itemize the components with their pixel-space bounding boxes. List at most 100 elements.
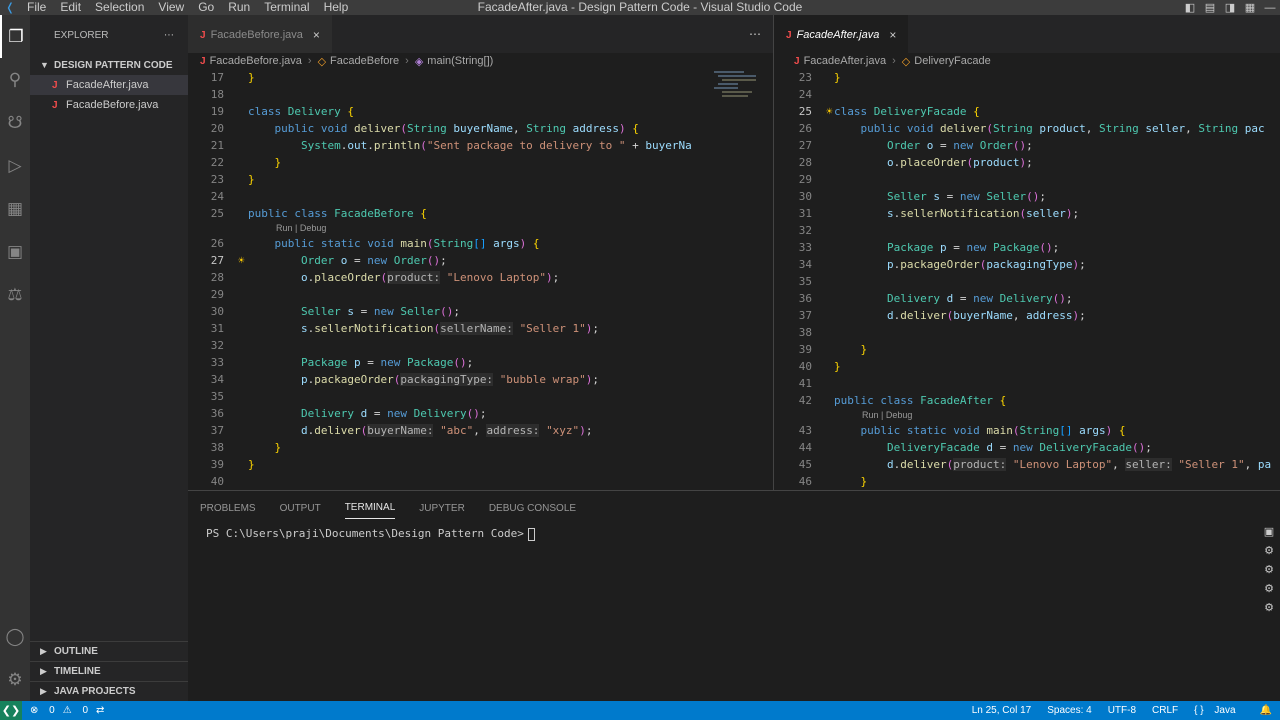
left-minimap[interactable] bbox=[712, 69, 762, 489]
terminal-instance-icon[interactable]: ⚙ bbox=[1260, 601, 1278, 620]
line-number[interactable]: 35 bbox=[192, 388, 224, 405]
cursor-position[interactable]: Ln 25, Col 17 bbox=[972, 705, 1032, 716]
terminal-instance-icon[interactable]: ⚙ bbox=[1260, 582, 1278, 601]
line-number[interactable]: 29 bbox=[778, 171, 812, 188]
line-number[interactable]: 44 bbox=[778, 439, 812, 456]
line-number[interactable]: 41 bbox=[778, 375, 812, 392]
minimize-icon[interactable]: — bbox=[1260, 2, 1280, 14]
notifications-icon[interactable]: 🔔 bbox=[1260, 705, 1272, 716]
menu-view[interactable]: View bbox=[151, 0, 191, 15]
more-actions-icon[interactable]: ⋯ bbox=[749, 27, 761, 41]
language-mode[interactable]: { } Java bbox=[1194, 705, 1243, 716]
line-number[interactable]: 32 bbox=[192, 337, 224, 354]
line-number[interactable]: 25 bbox=[192, 205, 224, 222]
breadcrumb-file[interactable]: FacadeAfter.java bbox=[804, 55, 887, 67]
terminal-instance-icon[interactable]: ⚙ bbox=[1260, 563, 1278, 582]
breadcrumb-class[interactable]: DeliveryFacade bbox=[914, 55, 990, 67]
tab-facadeafter[interactable]: J FacadeAfter.java × bbox=[774, 15, 909, 55]
line-number[interactable]: 23 bbox=[192, 171, 224, 188]
tab-output[interactable]: OUTPUT bbox=[280, 498, 321, 519]
toggle-sidebar-icon[interactable]: ◧ bbox=[1180, 1, 1200, 14]
explorer-icon[interactable]: ❐ bbox=[0, 15, 30, 58]
line-number[interactable]: 35 bbox=[778, 273, 812, 290]
more-actions-icon[interactable]: ⋯ bbox=[164, 30, 174, 41]
line-number[interactable]: 37 bbox=[192, 422, 224, 439]
toggle-panel-icon[interactable]: ▤ bbox=[1200, 1, 1220, 14]
line-number[interactable]: 18 bbox=[192, 86, 224, 103]
customize-layout-icon[interactable]: ▦ bbox=[1240, 1, 1260, 14]
line-number[interactable]: 34 bbox=[192, 371, 224, 388]
account-icon[interactable]: ◯ bbox=[0, 615, 30, 658]
line-number[interactable]: 27 bbox=[778, 137, 812, 154]
menu-go[interactable]: Go bbox=[191, 0, 221, 15]
breadcrumb-file[interactable]: FacadeBefore.java bbox=[210, 55, 302, 67]
source-control-icon[interactable]: ☋ bbox=[0, 101, 30, 144]
line-number[interactable]: 24 bbox=[192, 188, 224, 205]
encoding[interactable]: UTF-8 bbox=[1108, 705, 1136, 716]
line-number[interactable]: 20 bbox=[192, 120, 224, 137]
line-number[interactable]: 22 bbox=[192, 154, 224, 171]
line-number[interactable]: 21 bbox=[192, 137, 224, 154]
line-number[interactable]: 45 bbox=[778, 456, 812, 473]
line-number[interactable]: 40 bbox=[778, 358, 812, 375]
remote-explorer-icon[interactable]: ▣ bbox=[0, 230, 30, 273]
line-number[interactable]: 36 bbox=[192, 405, 224, 422]
line-number[interactable]: 43 bbox=[778, 422, 812, 439]
menu-file[interactable]: File bbox=[20, 0, 53, 15]
line-number[interactable]: 39 bbox=[778, 341, 812, 358]
line-number[interactable]: 40 bbox=[192, 473, 224, 490]
lightbulb-icon[interactable]: ☀ bbox=[238, 252, 245, 269]
line-number[interactable]: 24 bbox=[778, 86, 812, 103]
line-number[interactable]: 29 bbox=[192, 286, 224, 303]
outline-section[interactable]: ▶ OUTLINE bbox=[30, 641, 188, 661]
line-number[interactable]: 17 bbox=[192, 69, 224, 86]
tab-jupyter[interactable]: JUPYTER bbox=[419, 498, 465, 519]
line-number[interactable]: 28 bbox=[192, 269, 224, 286]
line-number[interactable]: 25 bbox=[778, 103, 812, 120]
line-number[interactable]: 23 bbox=[778, 69, 812, 86]
tab-facadebefore[interactable]: J FacadeBefore.java × bbox=[188, 15, 332, 55]
line-number[interactable]: 34 bbox=[778, 256, 812, 273]
right-code-editor[interactable]: 23} 24 25 ☀ class DeliveryFacade {26 public … bbox=[774, 69, 1280, 490]
menu-help[interactable]: Help bbox=[317, 0, 356, 15]
line-number[interactable]: 26 bbox=[778, 120, 812, 137]
warnings-status[interactable]: ⚠ 0 bbox=[63, 705, 88, 716]
line-number[interactable]: 27 bbox=[192, 252, 224, 269]
lightbulb-icon[interactable]: ☀ bbox=[826, 103, 833, 120]
indentation[interactable]: Spaces: 4 bbox=[1047, 705, 1091, 716]
line-number[interactable]: 31 bbox=[192, 320, 224, 337]
line-number[interactable]: 26 bbox=[192, 235, 224, 252]
search-icon[interactable]: ⚲ bbox=[0, 58, 30, 101]
testing-icon[interactable]: ⚖ bbox=[0, 273, 30, 316]
menu-run[interactable]: Run bbox=[221, 0, 257, 15]
breadcrumb-class[interactable]: FacadeBefore bbox=[330, 55, 399, 67]
breadcrumb-method[interactable]: main(String[]) bbox=[427, 55, 493, 67]
menu-edit[interactable]: Edit bbox=[53, 0, 88, 15]
close-icon[interactable]: × bbox=[313, 28, 320, 42]
live-share-icon[interactable]: ⇄ bbox=[96, 705, 104, 716]
line-number[interactable]: 38 bbox=[778, 324, 812, 341]
timeline-section[interactable]: ▶ TIMELINE bbox=[30, 661, 188, 681]
line-number[interactable]: 31 bbox=[778, 205, 812, 222]
menu-terminal[interactable]: Terminal bbox=[257, 0, 316, 15]
line-number[interactable]: 36 bbox=[778, 290, 812, 307]
extensions-icon[interactable]: ▦ bbox=[0, 187, 30, 230]
errors-status[interactable]: ⊗ 0 bbox=[30, 705, 55, 716]
line-number[interactable]: 30 bbox=[778, 188, 812, 205]
line-number[interactable]: 39 bbox=[192, 456, 224, 473]
line-number[interactable]: 46 bbox=[778, 473, 812, 490]
end-of-line[interactable]: CRLF bbox=[1152, 705, 1178, 716]
toggle-secondary-sidebar-icon[interactable]: ◨ bbox=[1220, 1, 1240, 14]
left-code-editor[interactable]: 17} 18 19 class Delivery {20 public void de… bbox=[188, 69, 708, 490]
menu-selection[interactable]: Selection bbox=[88, 0, 151, 15]
line-number[interactable]: 33 bbox=[778, 239, 812, 256]
file-item-facadebefore[interactable]: J FacadeBefore.java bbox=[30, 95, 188, 115]
terminal-output[interactable]: PS C:\Users\praji\Documents\Design Patte… bbox=[188, 525, 1280, 543]
tab-terminal[interactable]: TERMINAL bbox=[344, 497, 396, 519]
line-number[interactable]: 19 bbox=[192, 103, 224, 120]
line-number[interactable]: 30 bbox=[192, 303, 224, 320]
codelens-run-debug[interactable]: Run | Debug bbox=[774, 409, 1280, 422]
tab-debug-console[interactable]: DEBUG CONSOLE bbox=[489, 498, 576, 519]
line-number[interactable]: 37 bbox=[778, 307, 812, 324]
line-number[interactable]: 42 bbox=[778, 392, 812, 409]
